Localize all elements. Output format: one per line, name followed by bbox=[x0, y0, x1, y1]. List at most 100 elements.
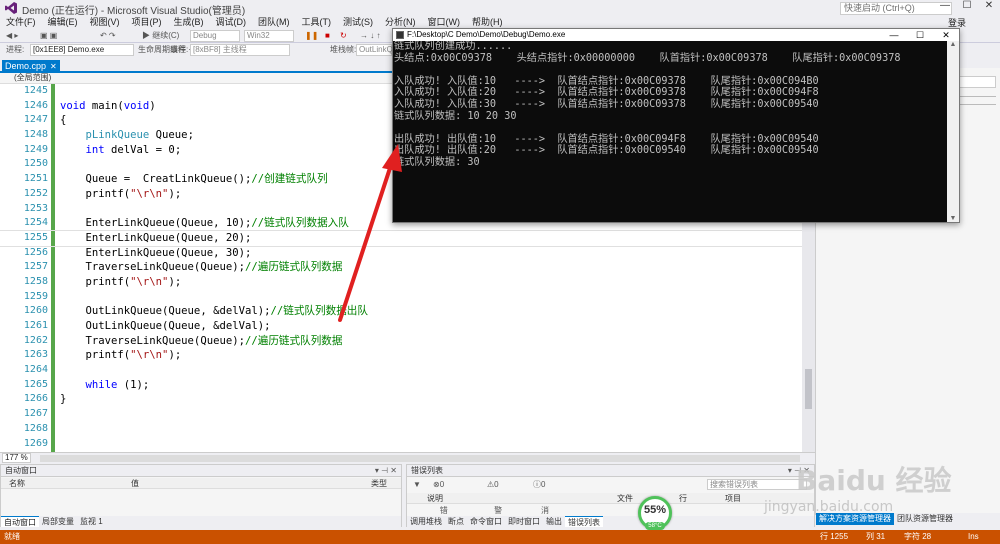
line-number: 1256 bbox=[23, 246, 48, 258]
thread-select[interactable]: [8xBF8] 主线程 bbox=[190, 44, 290, 56]
pin-icon[interactable]: ▾ ⊣ ✕ bbox=[375, 465, 397, 477]
console-maximize-button[interactable]: ☐ bbox=[907, 29, 933, 41]
col-description[interactable]: 说明 bbox=[427, 493, 443, 504]
tab-output[interactable]: 输出 bbox=[543, 516, 565, 527]
messages-filter[interactable]: ⓘ 0 个消息 bbox=[533, 478, 549, 528]
scroll-down-icon[interactable]: ▼ bbox=[947, 215, 959, 222]
console-minimize-button[interactable]: — bbox=[881, 29, 907, 41]
menu-view[interactable]: 视图(V) bbox=[84, 16, 126, 28]
close-button[interactable]: ✕ bbox=[978, 0, 1000, 16]
tab-team-explorer[interactable]: 团队资源管理器 bbox=[894, 513, 956, 525]
code-line[interactable]: 1260 OutLinkQueue(Queue, &delVal);//链式队列… bbox=[0, 304, 815, 319]
code-line[interactable]: 1256 EnterLinkQueue(Queue, 30); bbox=[0, 246, 815, 261]
cpu-temperature: 58°C bbox=[645, 522, 665, 530]
tab-watch[interactable]: 监视 1 bbox=[77, 516, 106, 527]
console-scrollbar[interactable]: ▲ ▼ bbox=[947, 41, 959, 222]
menu-project[interactable]: 项目(P) bbox=[126, 16, 168, 28]
stop-icon[interactable]: ■ bbox=[325, 30, 330, 42]
line-number: 1257 bbox=[23, 261, 48, 273]
tab-immediate[interactable]: 即时窗口 bbox=[505, 516, 543, 527]
code-line[interactable]: 1259 bbox=[0, 290, 815, 305]
restart-icon[interactable]: ↻ bbox=[340, 30, 347, 42]
line-number: 1245 bbox=[23, 85, 48, 96]
col-name[interactable]: 名称 bbox=[9, 478, 25, 489]
tab-command-window[interactable]: 命令窗口 bbox=[467, 516, 505, 527]
close-icon[interactable]: ✕ bbox=[50, 62, 57, 71]
continue-button[interactable]: ▶ 继续(C) bbox=[142, 30, 179, 42]
console-output: 链式队列创建成功...... 头结点:0x00C09378 头结点指针:0x000… bbox=[393, 41, 947, 222]
back-icon[interactable]: ◀ ▸ bbox=[6, 30, 18, 42]
code-text: void main(void) bbox=[60, 99, 156, 112]
platform-select[interactable]: Win32 bbox=[244, 30, 294, 42]
code-line[interactable]: 1255 EnterLinkQueue(Queue, 20); bbox=[0, 229, 816, 247]
maximize-button[interactable]: ☐ bbox=[956, 0, 978, 16]
code-line[interactable]: 1269 bbox=[0, 437, 815, 452]
menu-window[interactable]: 窗口(W) bbox=[422, 16, 467, 28]
stack-label: 堆栈帧: bbox=[330, 45, 357, 54]
scope-select[interactable]: (全局范围) bbox=[14, 73, 51, 83]
code-line[interactable]: 1265 while (1); bbox=[0, 378, 815, 393]
code-text: OutLinkQueue(Queue, &delVal); bbox=[60, 320, 271, 332]
pin-icon[interactable]: ▾ ⊣ ✕ bbox=[788, 465, 810, 477]
undo-icon[interactable]: ↶ ↷ bbox=[100, 30, 116, 42]
col-file[interactable]: 文件 bbox=[617, 493, 633, 504]
col-project[interactable]: 项目 bbox=[725, 493, 741, 504]
zoom-select[interactable]: 177 % bbox=[2, 453, 31, 463]
col-type[interactable]: 类型 bbox=[371, 478, 387, 489]
menu-analyze[interactable]: 分析(N) bbox=[379, 16, 422, 28]
config-select[interactable]: Debug bbox=[190, 30, 240, 42]
horizontal-scrollbar[interactable] bbox=[40, 455, 800, 462]
tab-solution-explorer[interactable]: 解决方案资源管理器 bbox=[816, 513, 894, 525]
code-line[interactable]: 1267 bbox=[0, 407, 815, 422]
code-text: printf("\r\n"); bbox=[60, 275, 182, 288]
status-char: 字符 28 bbox=[904, 532, 932, 541]
code-line[interactable]: 1262 TraverseLinkQueue(Queue);//遍历链式队列数据 bbox=[0, 334, 815, 349]
save-icon[interactable]: ▣ ▣ bbox=[40, 30, 57, 42]
code-line[interactable]: 1257 TraverseLinkQueue(Queue);//遍历链式队列数据 bbox=[0, 260, 815, 275]
menu-file[interactable]: 文件(F) bbox=[0, 16, 42, 28]
code-line[interactable]: 1261 OutLinkQueue(Queue, &delVal); bbox=[0, 319, 815, 334]
code-line[interactable]: 1266} bbox=[0, 392, 815, 407]
col-line[interactable]: 行 bbox=[679, 493, 687, 504]
error-search-input[interactable]: 搜索错误列表 bbox=[707, 479, 807, 490]
menu-build[interactable]: 生成(B) bbox=[168, 16, 210, 28]
stack-select[interactable]: OutLinkQueue bbox=[356, 44, 411, 56]
minimize-button[interactable]: — bbox=[934, 0, 956, 16]
menu-tools[interactable]: 工具(T) bbox=[296, 16, 338, 28]
code-text: while (1); bbox=[85, 378, 150, 391]
console-window[interactable]: F:\Desktop\C Demo\Demo\Debug\Demo.exe — … bbox=[392, 28, 960, 223]
warnings-filter[interactable]: ⚠ 0 个警告 bbox=[487, 478, 502, 528]
performance-monitor-badge[interactable]: 55% 58°C bbox=[638, 496, 672, 530]
col-value[interactable]: 值 bbox=[131, 478, 139, 489]
filter-icon[interactable]: ▼ bbox=[413, 478, 421, 491]
search-box[interactable] bbox=[956, 76, 996, 88]
divider bbox=[956, 104, 996, 105]
code-text: printf("\r\n"); bbox=[60, 187, 182, 200]
console-close-button[interactable]: ✕ bbox=[933, 29, 959, 41]
scroll-thumb[interactable] bbox=[805, 369, 812, 409]
menu-team[interactable]: 团队(M) bbox=[252, 16, 296, 28]
menu-debug[interactable]: 调试(D) bbox=[210, 16, 253, 28]
visual-studio-logo-icon bbox=[5, 2, 17, 14]
menu-test[interactable]: 测试(S) bbox=[337, 16, 379, 28]
code-line[interactable]: 1263 printf("\r\n"); bbox=[0, 348, 815, 363]
line-number: 1258 bbox=[23, 275, 48, 287]
tab-error-list[interactable]: 错误列表 bbox=[565, 516, 603, 527]
tab-breakpoints[interactable]: 断点 bbox=[445, 516, 467, 527]
line-number: 1255 bbox=[23, 231, 48, 243]
step-icon[interactable]: → ↓ ↑ bbox=[360, 30, 380, 42]
errors-filter[interactable]: ⊗ 0 个错误 bbox=[433, 478, 448, 528]
autos-title-text: 自动窗口 bbox=[5, 466, 37, 475]
tab-autos[interactable]: 自动窗口 bbox=[1, 516, 39, 527]
tab-locals[interactable]: 局部变量 bbox=[39, 516, 77, 527]
code-line[interactable]: 1264 bbox=[0, 363, 815, 378]
menu-edit[interactable]: 编辑(E) bbox=[42, 16, 84, 28]
tab-call-stack[interactable]: 调用堆栈 bbox=[407, 516, 445, 527]
menu-help[interactable]: 帮助(H) bbox=[466, 16, 509, 28]
code-line[interactable]: 1258 printf("\r\n"); bbox=[0, 275, 815, 290]
code-line[interactable]: 1268 bbox=[0, 422, 815, 437]
tab-demo-cpp[interactable]: Demo.cpp ✕ bbox=[2, 60, 60, 72]
pause-icon[interactable]: ❚❚ bbox=[305, 30, 318, 42]
scroll-up-icon[interactable]: ▲ bbox=[947, 41, 959, 48]
process-select[interactable]: [0x1EE8] Demo.exe bbox=[30, 44, 134, 56]
